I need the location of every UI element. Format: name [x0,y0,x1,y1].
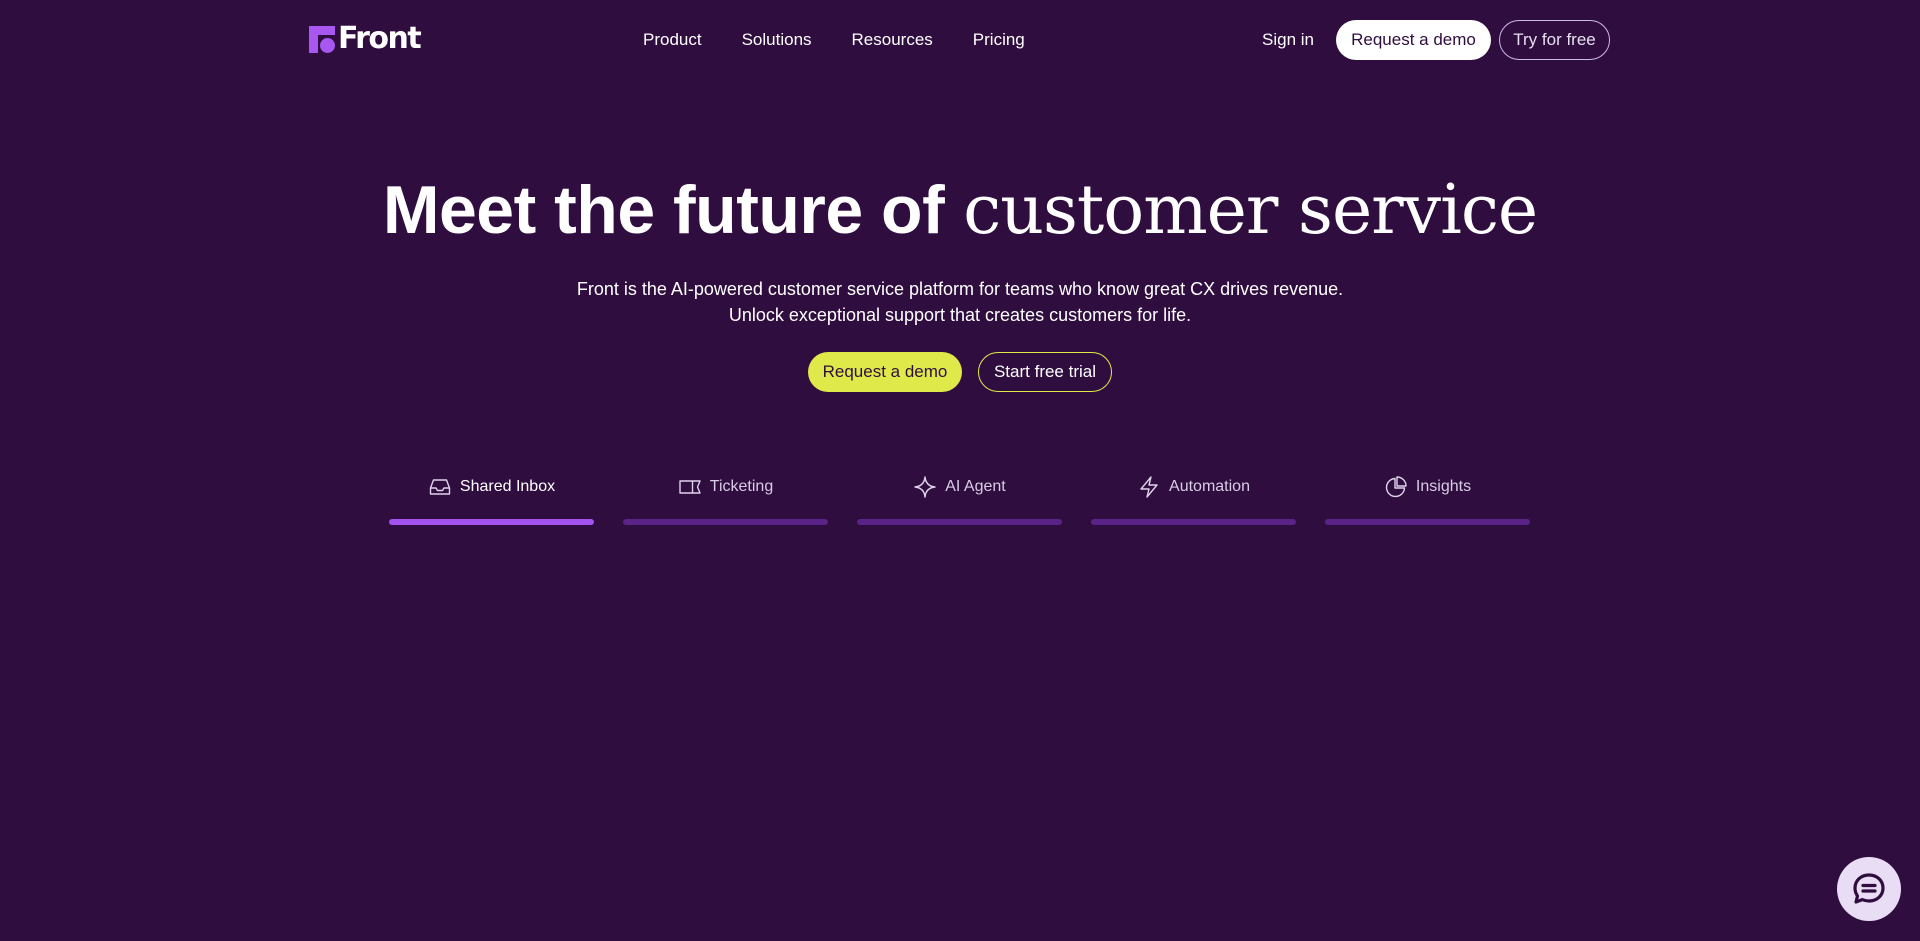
tab-progress-bar [1325,519,1530,525]
sign-in-link[interactable]: Sign in [1262,28,1314,52]
lightning-icon [1140,476,1158,498]
tab-progress-bar [623,519,828,525]
nav-item-product[interactable]: Product [643,28,702,52]
try-for-free-button[interactable]: Try for free [1499,20,1610,60]
nav-item-solutions[interactable]: Solutions [742,28,812,52]
tab-progress-bar [389,519,594,525]
hero-request-demo-button[interactable]: Request a demo [808,352,962,392]
tab-label: Shared Inbox [459,478,556,495]
headline-sans: Meet the future of [382,172,945,248]
tab-label: Insights [1415,478,1472,495]
product-tabs: Shared Inbox Ticketing AI Agent Automati… [389,470,1531,530]
page: Front Product Solutions Resources Pricin… [0,0,1920,941]
tab-progress-bar [1091,519,1296,525]
pie-chart-icon [1385,476,1407,498]
inbox-icon [429,479,451,495]
headline-serif: customer service [963,171,1538,250]
sparkle-icon [914,476,936,498]
tab-ai-agent[interactable]: AI Agent [857,470,1062,530]
tab-label: Ticketing [709,478,774,495]
site-header: Front Product Solutions Resources Pricin… [0,0,1920,80]
tab-insights[interactable]: Insights [1325,470,1530,530]
tab-label: Automation [1169,478,1250,495]
nav-item-resources[interactable]: Resources [852,28,933,52]
tab-progress-bar [857,519,1062,525]
hero-subtitle-line-2: Unlock exceptional support that creates … [728,305,1192,325]
logo-text: Front [338,21,422,56]
front-logo[interactable]: Front [309,21,422,56]
main-nav: Product Solutions Resources Pricing [643,28,1025,52]
front-logo-icon [309,25,335,53]
chat-widget-button[interactable] [1837,857,1901,921]
request-demo-button[interactable]: Request a demo [1336,20,1491,60]
nav-item-pricing[interactable]: Pricing [973,28,1025,52]
start-free-trial-button[interactable]: Start free trial [978,352,1112,392]
tab-automation[interactable]: Automation [1091,470,1296,530]
tab-shared-inbox[interactable]: Shared Inbox [389,470,594,530]
hero-subtitle-line-1: Front is the AI-powered customer service… [576,279,1344,299]
ticket-icon [679,480,701,494]
chat-bubble-icon [1853,873,1885,904]
page-title: Meet the future of customer service [0,170,1920,251]
tab-ticketing[interactable]: Ticketing [623,470,828,530]
tab-label: AI Agent [945,478,1006,495]
